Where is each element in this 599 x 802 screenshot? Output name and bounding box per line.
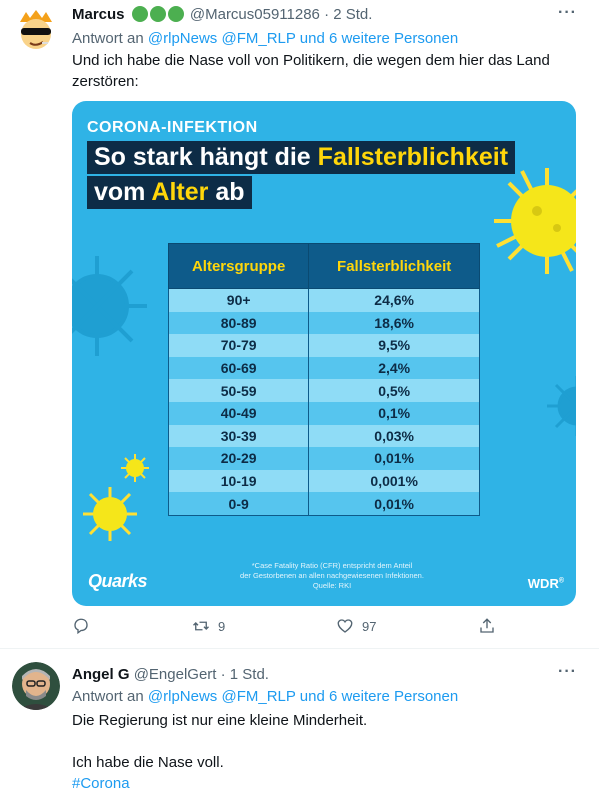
tweet-image[interactable]: CORONA-INFEKTION So stark hängt die Fall… [72,101,576,606]
display-name[interactable]: Marcus [72,6,125,23]
virus-icon [547,376,576,436]
retweet-button[interactable]: 9 [192,617,225,635]
sun-virus-icon [83,487,137,541]
tweet-text: Die Regierung ist nur eine kleine Minder… [72,710,579,794]
fatality-table: Altersgruppe Fallsterblichkeit 90+ 24,6% … [167,243,480,516]
heart-icon [337,619,353,633]
table-row: 50-59 0,5% [167,379,480,402]
sun-virus-icon [494,168,576,274]
table-row: 10-19 0,001% [167,469,480,493]
retweet-count: 9 [218,618,226,634]
media-kicker: CORONA-INFEKTION [87,119,258,136]
table-row: 40-49 0,1% [167,401,480,425]
media-footnote: *Case Fatality Ratio (CFR) entspricht de… [240,561,424,590]
table-row: 90+ 24,6% [167,288,480,312]
tweet-header: Angel G @EngelGert · 1 Std. [72,666,269,683]
tweet-angel[interactable]: Angel G @EngelGert · 1 Std. ··· Antwort … [0,649,599,802]
reply-context: Antwort an @rlpNews @FM_RLP und 6 weiter… [72,688,458,705]
table-row: 80-89 18,6% [167,311,480,335]
table-row: 0-9 0,01% [167,492,480,516]
tweet-text-line: Ich habe die Nase voll. [72,754,224,771]
share-button[interactable] [478,617,496,635]
media-headline-line2: vom Alter ab [87,176,252,209]
table-header-fatality: Fallsterblichkeit [308,243,480,289]
green-circle-icon [167,6,184,22]
table-row: 30-39 0,03% [167,424,480,448]
more-options-icon[interactable]: ··· [558,663,577,681]
tweet-text-line: Die Regierung ist nur eine kleine Minder… [72,712,368,729]
reply-prefix: Antwort an [72,688,144,705]
reply-targets-link[interactable]: @rlpNews @FM_RLP und 6 weitere Personen [148,688,458,705]
handle-time[interactable]: @EngelGert · 1 Std. [134,666,269,683]
table-row: 70-79 9,5% [167,334,480,357]
reply-context: Antwort an @rlpNews @FM_RLP und 6 weiter… [72,30,458,47]
wdr-logo: WDR® [527,576,564,591]
verified-badges [131,6,184,22]
tweet-header: Marcus @Marcus05911286 · 2 Std. [72,6,372,23]
retweet-icon [193,621,209,631]
like-button[interactable]: 97 [336,617,376,635]
green-circle-icon [131,6,148,22]
virus-icon [72,256,147,356]
reply-targets-link[interactable]: @rlpNews @FM_RLP und 6 weitere Personen [148,30,458,47]
table-header-age: Altersgruppe [167,243,310,289]
table-row: 20-29 0,01% [167,447,480,470]
quarks-logo: Quarks [88,571,148,591]
more-options-icon[interactable]: ··· [558,4,577,22]
tweet-text: Und ich habe die Nase voll von Politiker… [72,52,550,90]
like-count: 97 [362,618,377,634]
avatar[interactable] [12,662,60,710]
reply-prefix: Antwort an [72,30,144,47]
display-name[interactable]: Angel G [72,666,130,683]
media-headline-line1: So stark hängt die Fallsterblichkeit [87,141,516,174]
avatar[interactable] [12,6,60,54]
table-row: 60-69 2,4% [167,356,480,380]
share-icon [480,618,494,633]
green-circle-icon [149,6,166,22]
tweet-marcus[interactable]: Marcus @Marcus05911286 · 2 Std. ··· Antw… [0,0,599,649]
handle-time[interactable]: @Marcus05911286 · 2 Std. [190,6,373,23]
reply-icon [74,618,88,635]
hashtag-link[interactable]: #Corona [72,773,579,794]
reply-button[interactable] [72,617,90,635]
tweet-actions: 9 97 [72,617,576,641]
sun-virus-icon [121,454,149,482]
